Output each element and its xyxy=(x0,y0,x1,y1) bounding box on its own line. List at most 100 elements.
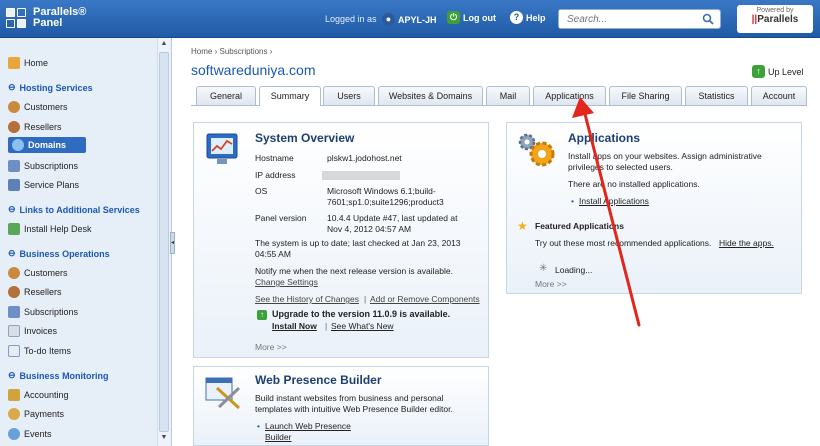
sidebar-item-domains[interactable]: Domains xyxy=(8,137,87,153)
service-plans-icon xyxy=(8,179,20,191)
ip-address-redacted xyxy=(322,171,400,180)
tab-mail[interactable]: Mail xyxy=(486,86,530,105)
upgrade-icon: ↑ xyxy=(257,310,267,320)
search-box xyxy=(558,9,721,29)
help-link[interactable]: ? Help xyxy=(510,11,546,24)
launch-wpb-link-line2[interactable]: Builder xyxy=(265,432,291,443)
add-remove-components-link[interactable]: Add or Remove Components xyxy=(370,294,480,305)
breadcrumb-separator: › xyxy=(269,47,273,56)
tab-statistics[interactable]: Statistics xyxy=(685,86,748,105)
tab-applications[interactable]: Applications xyxy=(533,86,606,105)
user-account-link[interactable]: ● APYL-JH xyxy=(382,13,437,26)
sidebar-item-service-plans[interactable]: Service Plans xyxy=(8,179,79,191)
collapse-icon: ⊖ xyxy=(8,248,16,258)
tab-users[interactable]: Users xyxy=(323,86,375,105)
sidebar-item-payments[interactable]: Payments xyxy=(8,408,64,420)
sidebar-item-accounting[interactable]: Accounting xyxy=(8,389,69,401)
search-input[interactable] xyxy=(559,10,694,28)
search-icon[interactable] xyxy=(702,13,714,25)
no-apps-text: There are no installed applications. xyxy=(568,179,700,189)
sidebar-item-events[interactable]: Events xyxy=(8,428,52,440)
install-applications-link[interactable]: Install Applications xyxy=(579,196,649,207)
domains-icon xyxy=(12,139,24,151)
sidebar: Home ⊖ Hosting Services Customers Reselle… xyxy=(0,38,172,446)
web-presence-builder-title: Web Presence Builder xyxy=(255,373,382,387)
history-link[interactable]: See the History of Changes xyxy=(255,294,359,305)
gears-icon xyxy=(518,133,555,167)
sidebar-item-bo-customers[interactable]: Customers xyxy=(8,267,68,279)
sidebar-item-bo-subscriptions[interactable]: Subscriptions xyxy=(8,306,78,318)
user-icon: ● xyxy=(382,13,395,26)
applications-desc-line2: privileges to selected users. xyxy=(568,162,673,172)
system-overview-icon xyxy=(206,133,238,164)
sidebar-item-label: Events xyxy=(24,429,52,439)
sidebar-item-label: Subscriptions xyxy=(24,307,79,317)
launch-wpb-link[interactable]: Launch Web Presence xyxy=(265,421,351,432)
customers-icon xyxy=(8,101,20,113)
page-title: softwareduniya.com xyxy=(191,62,316,78)
loading-text: Loading... xyxy=(555,265,593,275)
bullet-icon: • xyxy=(257,421,260,431)
powered-by-parallels[interactable]: Powered by ||Parallels xyxy=(737,5,813,33)
tab-general[interactable]: General xyxy=(196,86,256,105)
up-level-link[interactable]: ↑ Up Level xyxy=(752,65,804,78)
sidebar-item-label: Accounting xyxy=(24,390,69,400)
sidebar-item-home[interactable]: Home xyxy=(8,57,48,69)
breadcrumb-subscriptions[interactable]: Subscriptions xyxy=(219,47,267,56)
sidebar-scrollbar[interactable]: ▲ ▼ xyxy=(157,38,170,446)
sidebar-section-business-monitoring[interactable]: ⊖ Business Monitoring xyxy=(8,370,109,381)
scroll-up-icon[interactable]: ▲ xyxy=(159,40,169,51)
breadcrumb-separator: › xyxy=(214,47,218,56)
breadcrumb-home[interactable]: Home xyxy=(191,47,212,56)
change-settings-link[interactable]: Change Settings xyxy=(255,277,318,288)
subscriptions-icon xyxy=(8,306,20,318)
sidebar-item-label: Install Help Desk xyxy=(24,224,92,234)
powered-by-text: Powered by xyxy=(756,7,794,14)
sidebar-item-label: Home xyxy=(24,58,49,68)
link-separator: | xyxy=(325,321,328,331)
os-value-line1: Microsoft Windows 6.1;build- xyxy=(327,186,436,196)
sidebar-item-label: Customers xyxy=(24,268,68,278)
section-label: Business Operations xyxy=(19,248,110,259)
sidebar-section-hosting-services[interactable]: ⊖ Hosting Services xyxy=(8,82,93,93)
parallels-logo[interactable]: Parallels® Panel xyxy=(6,6,86,30)
whats-new-link[interactable]: See What's New xyxy=(331,321,394,332)
user-name: APYL-JH xyxy=(398,14,437,25)
sidebar-item-customers[interactable]: Customers xyxy=(8,101,68,113)
sidebar-section-business-operations[interactable]: ⊖ Business Operations xyxy=(8,248,110,259)
logo-mark-icon xyxy=(6,6,30,30)
resellers-icon xyxy=(8,121,20,133)
sidebar-item-bo-resellers[interactable]: Resellers xyxy=(8,286,62,298)
sidebar-section-links[interactable]: ⊖ Links to Additional Services xyxy=(8,204,140,215)
section-label: Business Monitoring xyxy=(19,370,109,381)
applications-more-link[interactable]: More >> xyxy=(535,279,567,290)
system-overview-more-link[interactable]: More >> xyxy=(255,342,287,353)
web-presence-builder-icon xyxy=(205,377,241,410)
star-icon: ★ xyxy=(517,219,528,233)
sidebar-collapse-handle[interactable]: ◂ xyxy=(170,232,175,254)
sidebar-item-label: Subscriptions xyxy=(24,161,79,171)
sidebar-item-invoices[interactable]: Invoices xyxy=(8,325,57,337)
tab-account[interactable]: Account xyxy=(751,86,807,105)
tab-websites-domains[interactable]: Websites & Domains xyxy=(378,86,483,105)
events-icon xyxy=(8,428,20,440)
scroll-thumb[interactable] xyxy=(159,52,169,432)
tab-summary[interactable]: Summary xyxy=(259,86,321,106)
top-bar: Parallels® Panel Logged in as ● APYL-JH ⏻ L… xyxy=(0,0,820,38)
sidebar-item-install-help-desk[interactable]: Install Help Desk xyxy=(8,223,92,235)
uptodate-line2: 04:55 AM xyxy=(255,249,291,259)
sidebar-item-resellers[interactable]: Resellers xyxy=(8,121,62,133)
up-level-label: Up Level xyxy=(768,66,804,77)
scroll-down-icon[interactable]: ▼ xyxy=(159,434,169,445)
tab-file-sharing[interactable]: File Sharing xyxy=(609,86,682,105)
sidebar-item-subscriptions[interactable]: Subscriptions xyxy=(8,160,78,172)
sidebar-item-label: Customers xyxy=(24,102,68,112)
sidebar-item-label: Payments xyxy=(24,409,65,419)
logout-link[interactable]: ⏻ Log out xyxy=(447,11,496,24)
logout-icon: ⏻ xyxy=(447,11,460,24)
up-arrow-icon: ↑ xyxy=(752,65,765,78)
install-now-link[interactable]: Install Now xyxy=(272,321,317,332)
ip-address-label: IP address xyxy=(255,170,296,180)
sidebar-item-todo[interactable]: To-do Items xyxy=(8,345,71,357)
hide-apps-link[interactable]: Hide the apps. xyxy=(719,238,774,249)
